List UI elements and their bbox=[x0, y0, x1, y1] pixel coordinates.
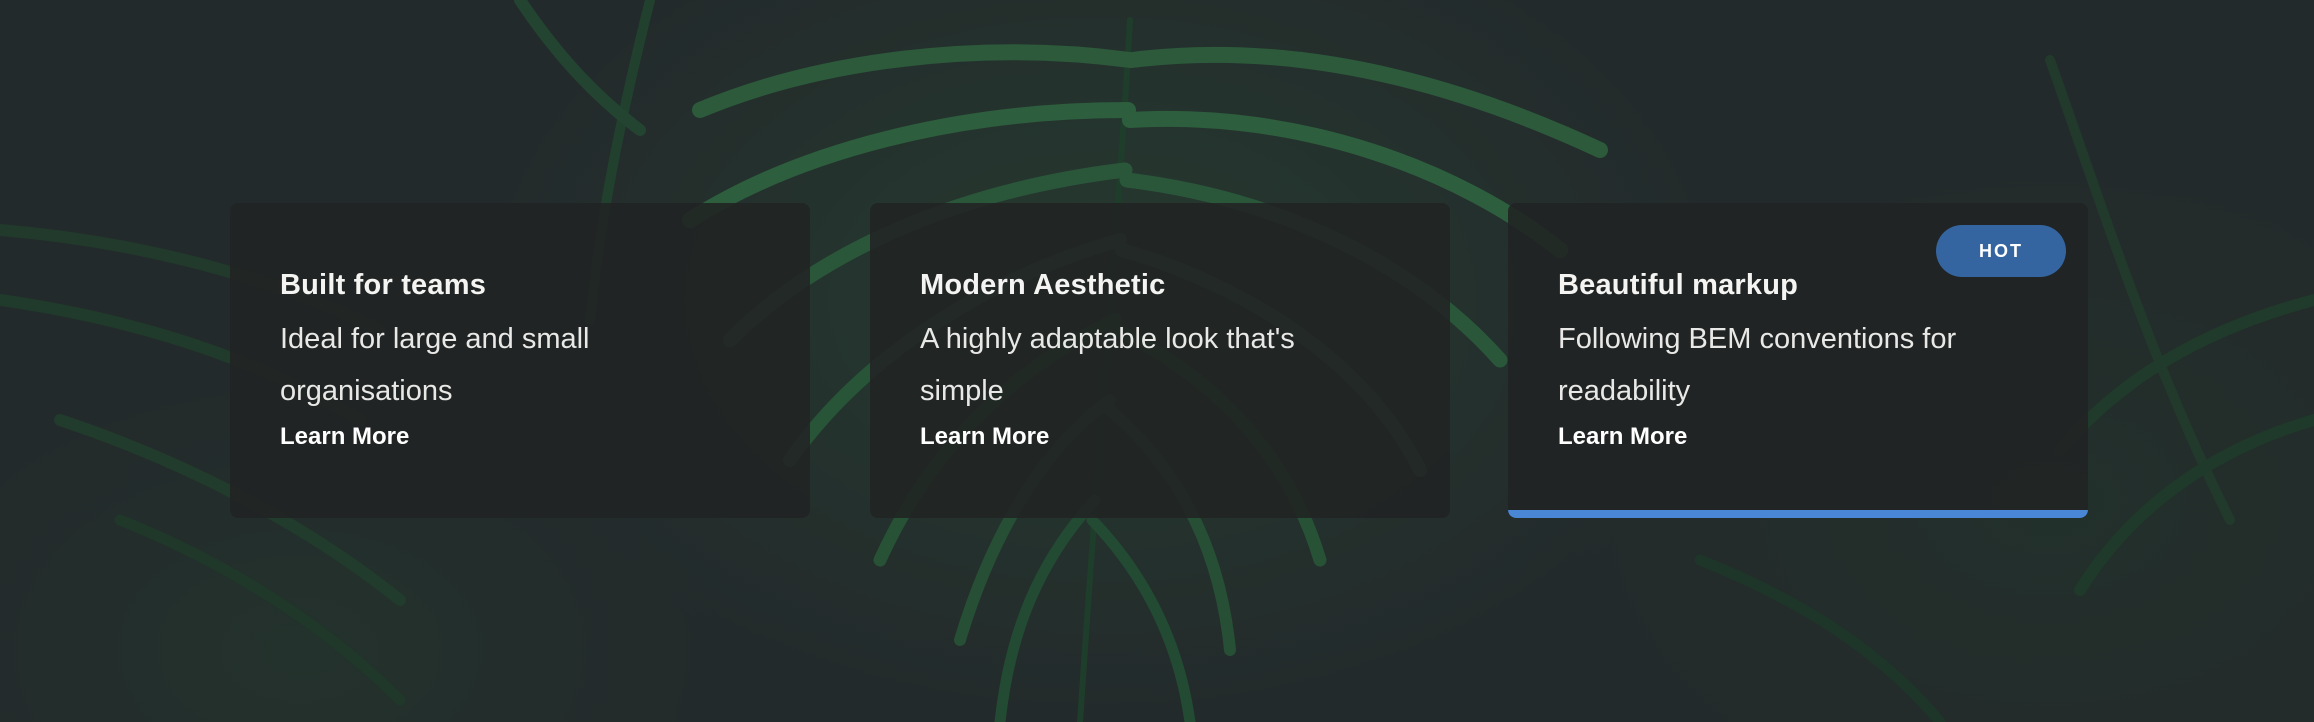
learn-more-link[interactable]: Learn More bbox=[280, 419, 409, 455]
card-description: Following BEM conventions for readabilit… bbox=[1558, 323, 1957, 407]
feature-card-teams: Built for teams Ideal for large and smal… bbox=[230, 203, 810, 518]
feature-card-aesthetic: Modern Aesthetic A highly adaptable look… bbox=[870, 203, 1450, 518]
feature-cards: Built for teams Ideal for large and smal… bbox=[230, 203, 2088, 518]
feature-card-markup: HOT Beautiful markup Following BEM conve… bbox=[1508, 203, 2088, 518]
hot-badge: HOT bbox=[1936, 225, 2066, 277]
card-description: Ideal for large and small organisations bbox=[280, 323, 590, 407]
card-description: A highly adaptable look that's simple bbox=[920, 323, 1295, 407]
card-accent-bar bbox=[1508, 510, 2088, 518]
card-title: Built for teams bbox=[280, 269, 487, 301]
learn-more-link[interactable]: Learn More bbox=[1558, 419, 1687, 455]
learn-more-link[interactable]: Learn More bbox=[920, 419, 1049, 455]
card-title: Modern Aesthetic bbox=[920, 269, 1166, 301]
